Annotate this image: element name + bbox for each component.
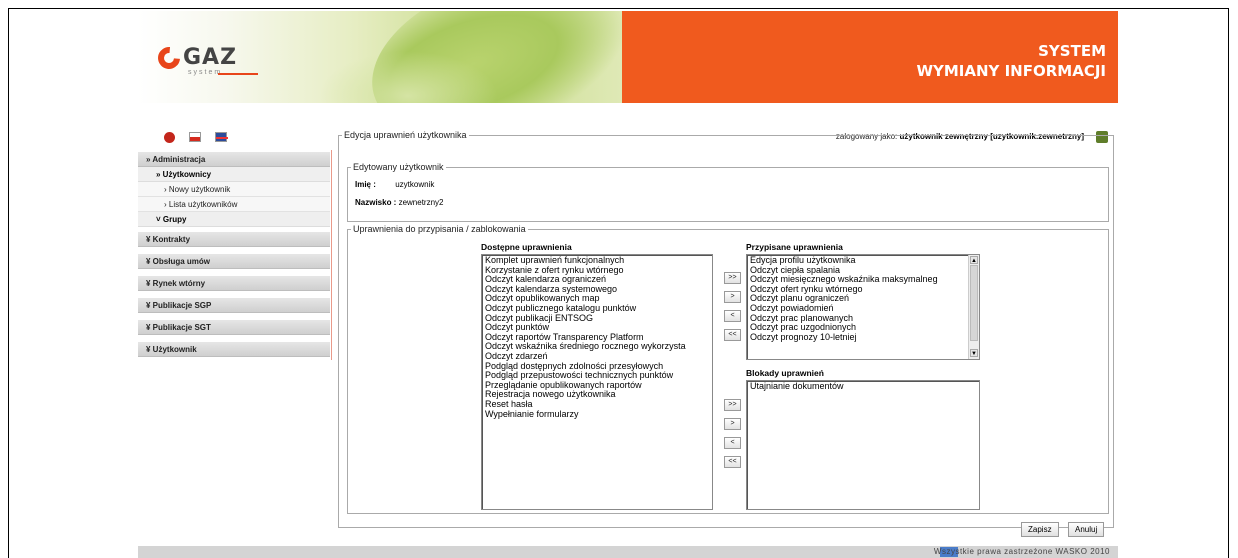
blocked-permission-item[interactable]: Utajnianie dokumentów <box>750 381 976 392</box>
sidebar-item-rynek-wtorny[interactable]: ¥ Rynek wtórny <box>138 276 330 291</box>
system-title: SYSTEM WYMIANY INFORMACJI <box>916 42 1106 80</box>
copyright-text: Wszystkie prawa zastrzeżone WASKO 2010 <box>933 547 1110 556</box>
unblock-button[interactable]: < <box>724 437 741 449</box>
available-permissions-list[interactable]: Komplet uprawnień funkcjonalnych Korzysta… <box>481 254 713 510</box>
header-title-panel: SYSTEM WYMIANY INFORMACJI <box>622 11 1118 103</box>
edit-permissions-panel: Edycja uprawnień użytkownika Edytowany u… <box>338 130 1114 537</box>
assigned-permissions-label: Przypisane uprawnienia <box>746 242 843 252</box>
scroll-down-icon[interactable]: ▼ <box>970 349 978 357</box>
unassign-all-button[interactable]: << <box>724 329 741 341</box>
gaz-system-logo: GAZ system <box>153 42 258 76</box>
save-button[interactable]: Zapisz <box>1021 522 1059 537</box>
blocked-permissions-list[interactable]: Utajnianie dokumentów <box>746 380 980 510</box>
header-banner: GAZ system SYSTEM WYMIANY INFORMACJI <box>138 11 1118 103</box>
block-button[interactable]: > <box>724 418 741 430</box>
sidebar-item-publikacje-sgt[interactable]: ¥ Publikacje SGT <box>138 320 330 335</box>
last-name-row: Nazwisko : zewnetrzny2 <box>355 198 444 207</box>
home-icon[interactable] <box>164 132 175 143</box>
scroll-up-icon[interactable]: ▲ <box>970 256 978 264</box>
available-permission-item[interactable]: Wypełnianie formularzy <box>485 409 709 420</box>
english-flag-icon[interactable] <box>215 132 228 142</box>
sidebar-divider <box>331 150 332 360</box>
header-leaf-background: GAZ system <box>138 11 622 103</box>
sidebar-item-lista-uzytkownikow[interactable]: › Lista użytkowników <box>138 197 330 212</box>
scroll-thumb[interactable] <box>970 265 978 341</box>
assigned-permissions-list[interactable]: Edycja profilu użytkownika Odczyt ciepła … <box>746 254 980 360</box>
sidebar-item-grupy[interactable]: ˅ Grupy <box>138 212 330 227</box>
unblock-all-button[interactable]: << <box>724 456 741 468</box>
assign-all-button[interactable]: >> <box>724 272 741 284</box>
language-selector <box>164 132 228 143</box>
polish-flag-icon[interactable] <box>189 132 201 142</box>
sidebar-item-nowy-uzytkownik[interactable]: › Nowy użytkownik <box>138 182 330 197</box>
sidebar-item-uzytkownik[interactable]: ¥ Użytkownik <box>138 342 330 357</box>
sidebar-item-uzytkownicy[interactable]: » Użytkownicy <box>138 167 330 182</box>
sidebar-item-obsluga-umow[interactable]: ¥ Obsługa umów <box>138 254 330 269</box>
sidebar-item-publikacje-sgp[interactable]: ¥ Publikacje SGP <box>138 298 330 313</box>
panel-title: Edycja uprawnień użytkownika <box>344 130 467 140</box>
available-permissions-label: Dostępne uprawnienia <box>481 242 572 252</box>
assign-button[interactable]: > <box>724 291 741 303</box>
block-all-button[interactable]: >> <box>724 399 741 411</box>
blocked-permissions-label: Blokady uprawnień <box>746 368 824 378</box>
edited-user-section: Edytowany użytkownik Imię : uzytkownik N… <box>347 162 1109 222</box>
unassign-button[interactable]: < <box>724 310 741 322</box>
sidebar-item-administracja[interactable]: » Administracja <box>138 152 330 167</box>
permissions-section: Uprawnienia do przypisania / zablokowani… <box>347 224 1109 514</box>
assigned-list-scrollbar[interactable]: ▲ ▼ <box>968 255 979 359</box>
cancel-button[interactable]: Anuluj <box>1068 522 1105 537</box>
assigned-permission-item[interactable]: Odczyt prognozy 10-letniej <box>750 332 976 343</box>
footer: Wszystkie prawa zastrzeżone WASKO 2010 <box>138 546 1118 558</box>
logo-mark-icon <box>153 42 185 74</box>
first-name-row: Imię : uzytkownik <box>355 180 435 189</box>
sidebar-item-kontrakty[interactable]: ¥ Kontrakty <box>138 232 330 247</box>
